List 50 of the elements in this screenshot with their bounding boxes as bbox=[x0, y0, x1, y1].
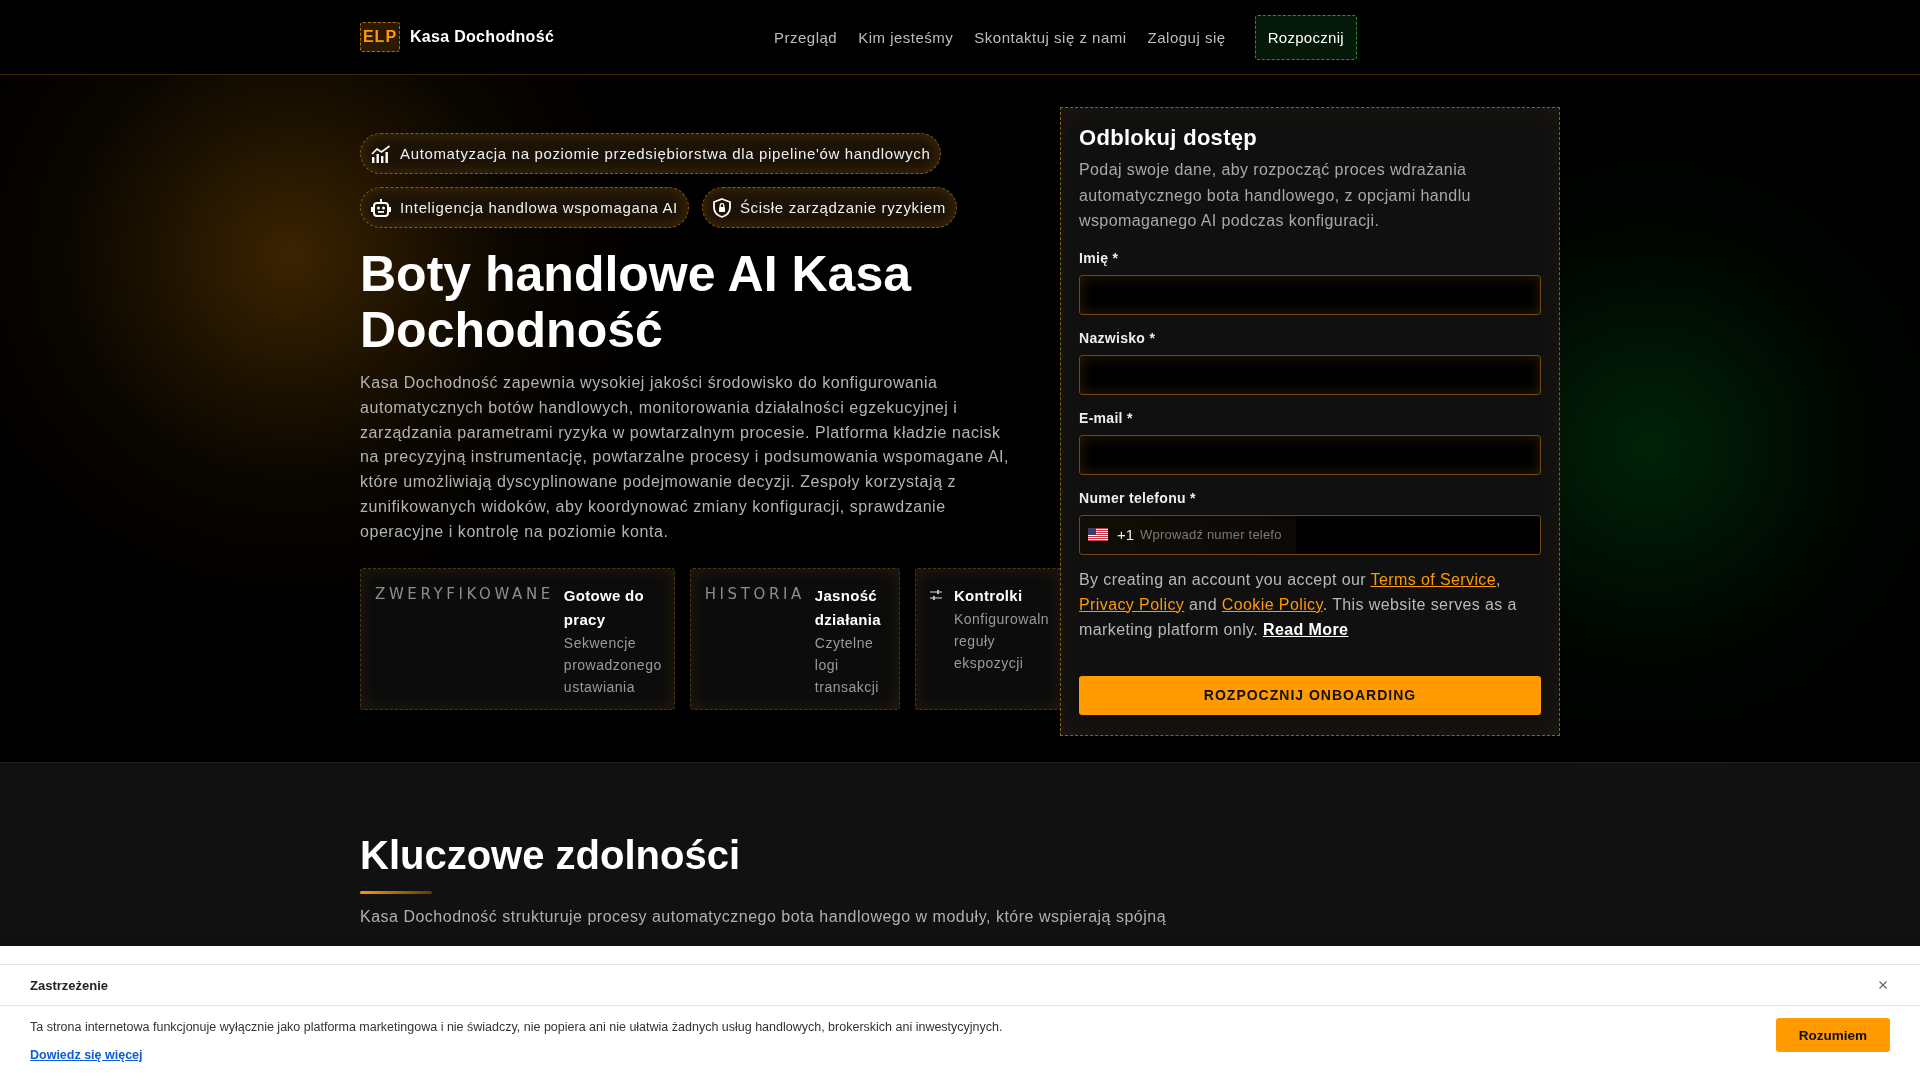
brand-name[interactable]: Kasa Dochodność bbox=[410, 28, 555, 46]
field-label: Imię * bbox=[1079, 248, 1120, 267]
policy-link[interactable]: Privacy Policy bbox=[1079, 595, 1185, 613]
hero-title: Boty handlowe AI Kasa Dochodność bbox=[360, 246, 913, 358]
card-text: Czytelne logi transakcji bbox=[814, 633, 880, 697]
nav-link[interactable]: Zaloguj się bbox=[1147, 28, 1226, 46]
section-description: Kasa Dochodność strukturuje procesy automatycznego bota handlowego w moduły, które wspierają spójną bbox=[360, 907, 1167, 927]
card-text: Konfigurowaln reguły ekspozycji bbox=[953, 609, 1050, 673]
nav-link[interactable]: Przegląd bbox=[773, 28, 838, 46]
start-button[interactable]: Rozpocznij bbox=[1254, 14, 1357, 60]
nav-link[interactable]: Skontaktuj się z nami bbox=[974, 28, 1127, 46]
card-title: Gotowe do pracy bbox=[563, 585, 646, 630]
hero-description: Kasa Dochodność zapewnia wysokiej jakości środowisko do konfigurowania automatycznych botów handlowych, monitorowania działalności egzekucyjnej i zarządzania parametrami ryzyka w powtarzalnym procesie. Platforma kładzie nacisk na precyzyjną instrumentację, powtarzalne procesy i podsumowania wspomagane AI, które umożliwiają dyscyplinowane podejmowanie decyzji. Zespoły korzystają z zunifikowanych widoków, aby koordynować zmiany konfiguracji, sprawdzanie operacyjne i kontrolę na poziomie konta. bbox=[360, 373, 1011, 542]
form-description: Podaj swoje dane, aby rozpocząć proces wdrażania automatycznego bota handlowego, z opcjami handlu wspomaganego AI podczas konfiguracji. bbox=[1079, 160, 1472, 231]
policy-link[interactable]: Terms of Service bbox=[1370, 570, 1497, 588]
robot-icon bbox=[371, 198, 391, 217]
phone-input-field[interactable]: Wprowadź numer telefo bbox=[1140, 524, 1291, 545]
field-label: Numer telefonu * bbox=[1079, 488, 1197, 507]
banner-title: Zastrzeżenie bbox=[30, 977, 109, 993]
legal-text: By creating an account you accept our Terms of Service, Privacy Policy and Cookie Policy. This website serves as a marketing platform only. Read More bbox=[1079, 569, 1518, 640]
badge-label: Ścisłe zarządzanie ryzykiem bbox=[739, 199, 946, 216]
phone-field[interactable]: +1 Wprowadź numer telefo bbox=[1079, 514, 1541, 555]
logo-mark[interactable]: ELP bbox=[360, 22, 400, 52]
field-label: E-mail * bbox=[1079, 408, 1134, 427]
bar-chart-icon bbox=[371, 144, 391, 163]
badge-label: Inteligencja handlowa wspomagana AI bbox=[400, 199, 678, 216]
flag-icon[interactable] bbox=[1088, 528, 1108, 541]
learn-more-link[interactable]: Dowiedz się więcej bbox=[30, 1046, 143, 1064]
nav-link[interactable]: Kim jesteśmy bbox=[858, 28, 954, 46]
section-heading: Kluczowe zdolności bbox=[360, 832, 742, 879]
disclaimer-text: Ta strona internetowa funkcjonuje wyłącznie jako platforma marketingowa i nie świadczy, nie popiera ani nie ułatwia żadnych usług handlowych, brokerskich ani inwestycyjnych. bbox=[30, 1019, 1003, 1036]
card-title: Kontrolki bbox=[953, 585, 1024, 606]
field-label: Nazwisko * bbox=[1079, 328, 1157, 347]
submit-button[interactable]: ROZPOCZNIJ ONBOARDING bbox=[1079, 675, 1541, 715]
text-input-field[interactable] bbox=[1079, 354, 1541, 395]
heading-accent-bar bbox=[360, 891, 432, 894]
dial-code[interactable]: +1 bbox=[1117, 526, 1135, 543]
form-title: Odblokuj dostęp bbox=[1079, 124, 1259, 152]
card-tag: HISTORIA bbox=[704, 584, 805, 603]
text-input-field[interactable] bbox=[1079, 274, 1541, 315]
sliders-icon bbox=[929, 589, 942, 600]
badge-label: Automatyzacja na poziomie przedsiębiorstwa dla pipeline'ów handlowych bbox=[400, 145, 931, 162]
card-title: Jasność działania bbox=[814, 585, 881, 630]
read-more-link[interactable]: Read More bbox=[1263, 620, 1349, 638]
policy-link[interactable]: Cookie Policy bbox=[1221, 595, 1323, 613]
card-tag: ZWERYFIKOWANE bbox=[375, 584, 554, 603]
accept-button[interactable]: Rozumiem bbox=[1776, 1018, 1890, 1052]
card-text: Sekwencje prowadzonego ustawiania bbox=[563, 633, 662, 697]
text-input-field[interactable] bbox=[1079, 434, 1541, 475]
shield-lock-icon bbox=[712, 197, 731, 218]
